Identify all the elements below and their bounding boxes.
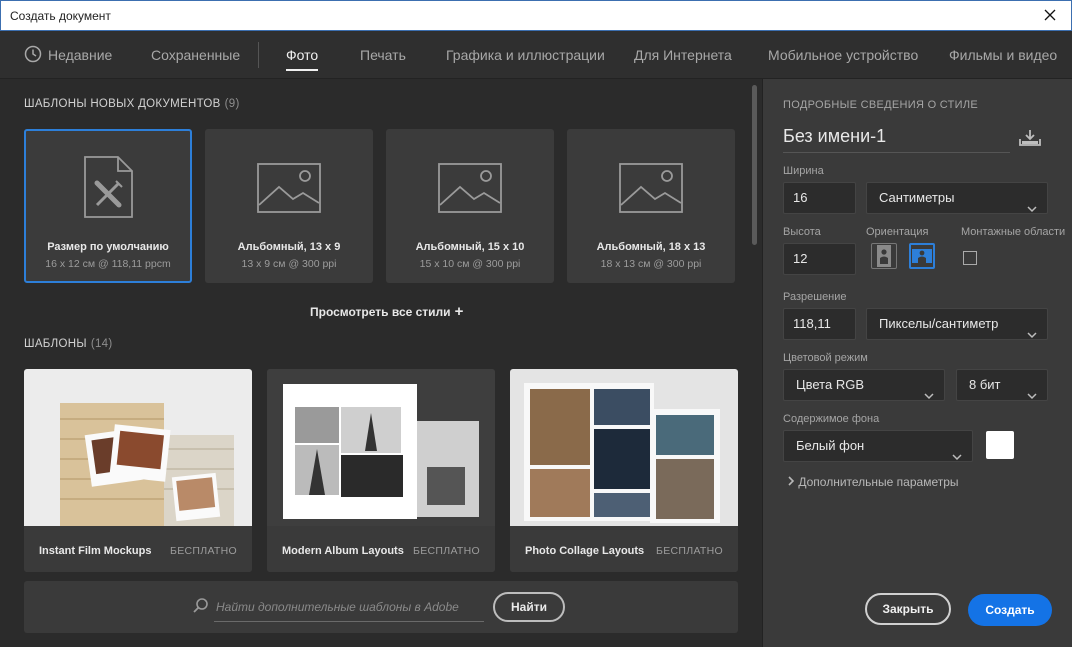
color-mode-select[interactable]: Цвета RGB — [783, 369, 945, 401]
template-name: Instant Film Mockups — [39, 545, 152, 557]
resolution-label: Разрешение — [783, 291, 847, 303]
image-icon — [438, 163, 502, 218]
tab-recent[interactable]: Недавние — [48, 31, 112, 79]
chevron-down-icon — [952, 442, 962, 472]
tab-mobile[interactable]: Мобильное устройство — [768, 31, 918, 79]
nav-divider — [258, 42, 259, 68]
view-all-presets-link[interactable]: Просмотреть все стили + — [310, 303, 463, 320]
chevron-down-icon — [1027, 320, 1037, 350]
preset-name: Размер по умолчанию — [47, 241, 169, 253]
close-icon[interactable] — [1039, 4, 1061, 26]
tab-web[interactable]: Для Интернета — [634, 31, 732, 79]
advanced-options-label: Дополнительные параметры — [798, 475, 959, 489]
main-panel: ШАБЛОНЫ НОВЫХ ДОКУМЕНТОВ (9) Размер по ум… — [0, 79, 762, 647]
orientation-label: Ориентация — [866, 226, 929, 238]
tab-art-illustration[interactable]: Графика и иллюстрации — [446, 31, 605, 79]
template-caption: Instant Film Mockups БЕСПЛАТНО — [24, 526, 252, 572]
resolution-field[interactable]: 118,11 — [783, 308, 856, 340]
template-thumbnail — [267, 369, 495, 526]
templates-section-title: ШАБЛОНЫ (14) — [24, 338, 113, 350]
window-title: Создать документ — [10, 9, 111, 23]
color-mode-value: Цвета RGB — [796, 377, 864, 392]
template-card[interactable]: Photo Collage Layouts БЕСПЛАТНО — [510, 369, 738, 572]
presets-title: ШАБЛОНЫ НОВЫХ ДОКУМЕНТОВ — [24, 98, 221, 110]
template-name: Modern Album Layouts — [282, 545, 404, 557]
category-tabs: Недавние Сохраненные Фото Печать Графика… — [0, 31, 1072, 79]
tab-saved[interactable]: Сохраненные — [151, 31, 240, 79]
title-bar: Создать документ — [0, 0, 1072, 31]
clock-icon — [24, 45, 42, 68]
preset-details-panel: ПОДРОБНЫЕ СВЕДЕНИЯ О СТИЛЕ Без имени-1 Ш… — [762, 79, 1072, 647]
templates-title: ШАБЛОНЫ — [24, 338, 87, 350]
tab-print[interactable]: Печать — [360, 31, 406, 79]
chevron-down-icon — [1027, 381, 1037, 411]
background-label: Содержимое фона — [783, 413, 880, 425]
preset-dimensions: 15 x 10 см @ 300 ppi — [419, 258, 521, 270]
find-button[interactable]: Найти — [493, 592, 565, 622]
chevron-right-icon — [787, 475, 795, 489]
advanced-options-toggle[interactable]: Дополнительные параметры — [787, 475, 959, 489]
template-card[interactable]: Modern Album Layouts БЕСПЛАТНО — [267, 369, 495, 572]
background-value: Белый фон — [796, 438, 865, 453]
preset-dimensions: 16 x 12 см @ 118,11 ppcm — [45, 258, 171, 270]
background-color-swatch[interactable] — [986, 431, 1014, 459]
preset-name: Альбомный, 18 x 13 — [596, 241, 706, 253]
preset-card[interactable]: Альбомный, 15 x 10 15 x 10 см @ 300 ppi — [386, 129, 554, 283]
preset-name: Альбомный, 15 x 10 — [415, 241, 525, 253]
portrait-orientation-button[interactable] — [871, 243, 897, 269]
templates-count: (14) — [90, 338, 113, 350]
image-icon — [257, 163, 321, 218]
document-brush-icon — [82, 155, 134, 224]
resolution-unit-select[interactable]: Пикселы/сантиметр — [866, 308, 1048, 340]
preset-card[interactable]: Альбомный, 18 x 13 18 x 13 см @ 300 ppi — [567, 129, 735, 283]
landscape-orientation-button[interactable] — [909, 243, 935, 269]
scrollbar-thumb[interactable] — [752, 85, 757, 245]
template-search-bar: Найти дополнительные шаблоны в Adobe Най… — [24, 581, 738, 633]
template-thumbnail — [24, 369, 252, 526]
details-header: ПОДРОБНЫЕ СВЕДЕНИЯ О СТИЛЕ — [783, 99, 979, 111]
height-field[interactable]: 12 — [783, 243, 856, 275]
preset-name: Альбомный, 13 x 9 — [237, 241, 341, 253]
view-all-label: Просмотреть все стили — [310, 305, 451, 319]
template-badge: БЕСПЛАТНО — [413, 545, 480, 557]
create-button[interactable]: Создать — [968, 594, 1052, 626]
width-label: Ширина — [783, 165, 824, 177]
plus-icon: + — [454, 303, 464, 320]
height-label: Высота — [783, 226, 821, 238]
save-preset-icon[interactable] — [1019, 129, 1041, 152]
preset-card[interactable]: Размер по умолчанию 16 x 12 см @ 118,11 … — [24, 129, 192, 283]
tab-film-video[interactable]: Фильмы и видео — [949, 31, 1057, 79]
chevron-down-icon — [924, 381, 934, 411]
template-caption: Photo Collage Layouts БЕСПЛАТНО — [510, 526, 738, 572]
preset-card[interactable]: Альбомный, 13 x 9 13 x 9 см @ 300 ppi — [205, 129, 373, 283]
search-icon — [192, 597, 210, 620]
template-caption: Modern Album Layouts БЕСПЛАТНО — [267, 526, 495, 572]
template-card[interactable]: Instant Film Mockups БЕСПЛАТНО — [24, 369, 252, 572]
width-unit-value: Сантиметры — [879, 190, 955, 205]
tab-photo[interactable]: Фото — [286, 31, 319, 79]
bit-depth-select[interactable]: 8 бит — [956, 369, 1048, 401]
template-thumbnail — [510, 369, 738, 526]
presets-section-title: ШАБЛОНЫ НОВЫХ ДОКУМЕНТОВ (9) — [24, 98, 240, 110]
preset-dimensions: 18 x 13 см @ 300 ppi — [600, 258, 702, 270]
search-input[interactable]: Найти дополнительные шаблоны в Adobe — [216, 600, 459, 614]
template-badge: БЕСПЛАТНО — [656, 545, 723, 557]
artboards-label: Монтажные области — [961, 226, 1066, 238]
template-name: Photo Collage Layouts — [525, 545, 645, 557]
bit-depth-value: 8 бит — [969, 377, 1001, 392]
preset-dimensions: 13 x 9 см @ 300 ppi — [241, 258, 337, 270]
width-unit-select[interactable]: Сантиметры — [866, 182, 1048, 214]
search-underline — [214, 621, 484, 622]
presets-count: (9) — [224, 98, 240, 110]
image-icon — [619, 163, 683, 218]
document-name-field[interactable]: Без имени-1 — [783, 126, 1010, 153]
background-select[interactable]: Белый фон — [783, 430, 973, 462]
close-button[interactable]: Закрыть — [865, 593, 951, 625]
artboards-checkbox[interactable] — [963, 251, 977, 265]
width-field[interactable]: 16 — [783, 182, 856, 214]
color-mode-label: Цветовой режим — [783, 352, 868, 364]
template-badge: БЕСПЛАТНО — [170, 545, 237, 557]
resolution-unit-value: Пикселы/сантиметр — [879, 316, 999, 331]
chevron-down-icon — [1027, 194, 1037, 224]
